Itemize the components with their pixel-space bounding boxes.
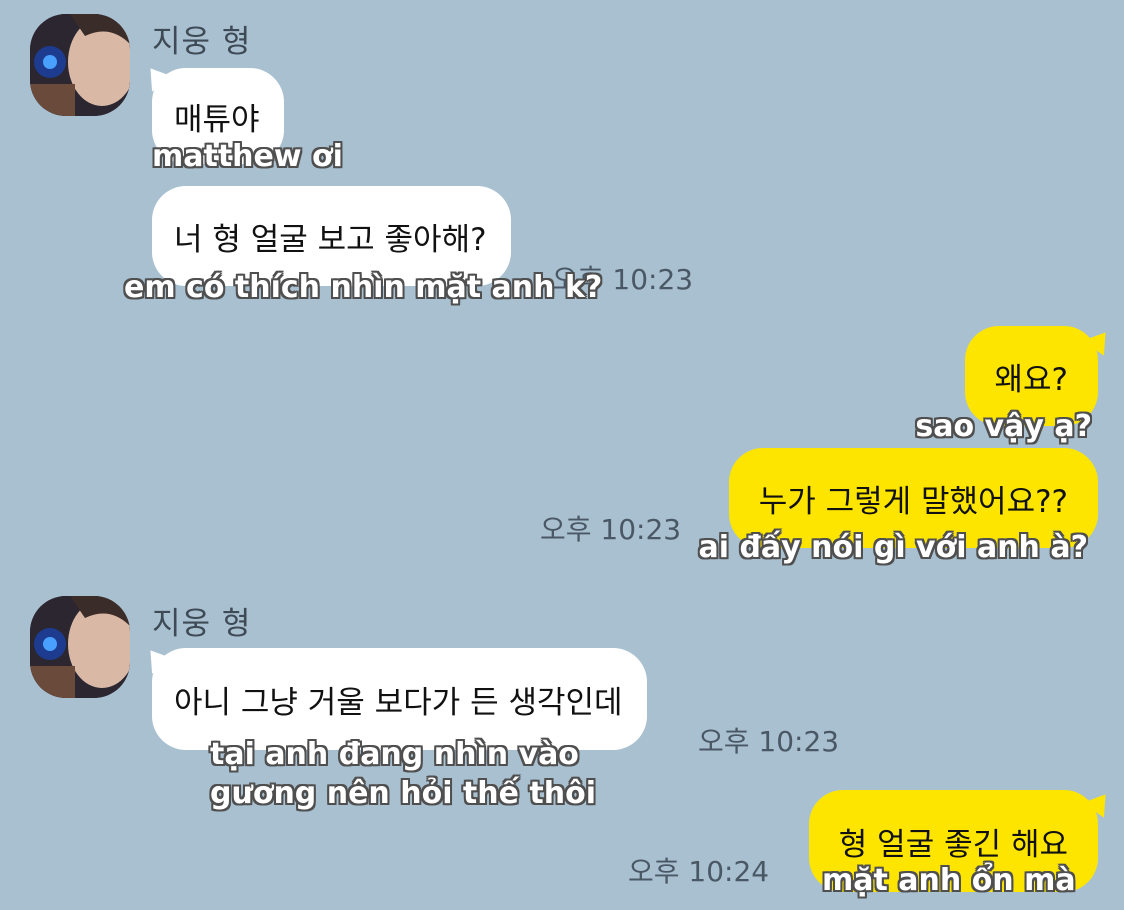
avatar[interactable] <box>30 14 130 116</box>
message-bubble-incoming[interactable]: 아니 그냥 거울 보다가 든 생각인데 <box>152 648 647 750</box>
avatar[interactable] <box>30 596 130 698</box>
sender-name: 지웅 형 <box>152 606 252 642</box>
subtitle-text: mặt anh ổn mà <box>822 863 1076 898</box>
message-text: 형 얼굴 좋긴 해요 <box>838 826 1068 863</box>
message-text: 왜요? <box>994 361 1069 398</box>
sender-name: 지웅 형 <box>152 24 252 60</box>
profile-photo <box>30 14 130 116</box>
message-timestamp: 오후 10:24 <box>628 855 770 888</box>
message-text: 아니 그냥 거울 보다가 든 생각인데 <box>174 684 623 721</box>
subtitle-text: gương nên hỏi thế thôi <box>210 776 597 811</box>
profile-photo <box>30 596 130 698</box>
message-text: 누가 그렇게 말했어요?? <box>758 483 1068 520</box>
subtitle-text: sao vậy ạ? <box>915 409 1092 444</box>
subtitle-text: matthew ơi <box>152 139 343 174</box>
message-timestamp: 오후 10:23 <box>698 725 840 758</box>
subtitle-text: tại anh đang nhìn vào <box>210 737 579 772</box>
message-text: 매튜야 <box>174 101 260 138</box>
message-timestamp: 오후 10:23 <box>540 513 682 546</box>
subtitle-text: ai đấy nói gì với anh à? <box>698 530 1088 565</box>
message-text: 너 형 얼굴 보고 좋아해? <box>174 221 487 258</box>
subtitle-text: em có thích nhìn mặt anh k? <box>124 270 603 305</box>
